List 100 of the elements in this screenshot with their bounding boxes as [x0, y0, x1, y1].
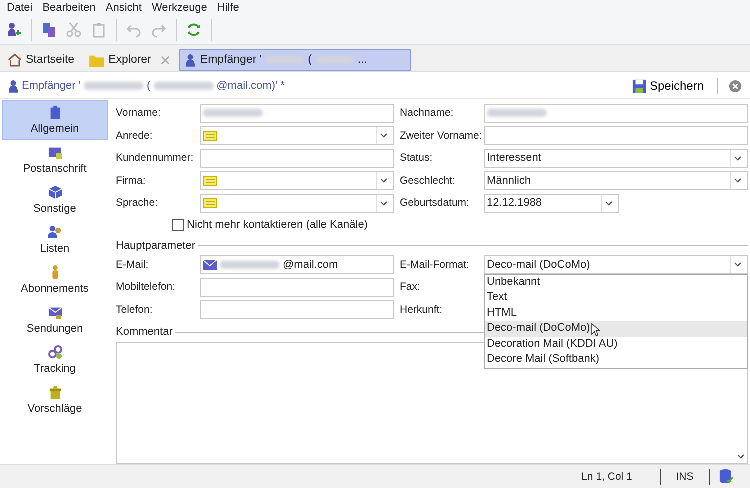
dropdown-option[interactable]: HTML	[485, 306, 747, 321]
sidebar-label: Allgemein	[30, 123, 80, 135]
dropdown-option[interactable]: Decoration Mail (KDDI AU)	[485, 336, 747, 352]
date-picker[interactable]: 12.12.1988	[484, 194, 619, 213]
tab-label: Empfänger '	[200, 54, 262, 66]
sidebar-label: Sendungen	[26, 323, 84, 335]
chevron-down-icon	[734, 156, 742, 161]
sidebar-item[interactable]: Sendungen	[2, 300, 108, 340]
dropdown-option[interactable]: Text	[485, 290, 747, 306]
dropdown-value: Interessent	[487, 152, 542, 164]
field-label: Vorname:	[116, 107, 162, 120]
database-icon	[719, 469, 734, 484]
menu-item[interactable]: Datei	[2, 2, 38, 14]
mouse-pointer-icon	[591, 322, 600, 336]
checkbox[interactable]	[172, 218, 184, 230]
field-label: Anrede:	[116, 130, 154, 142]
sidebar-label: Listen	[40, 243, 70, 255]
text-field[interactable]	[484, 104, 748, 123]
sidebar-item[interactable]: Listen	[2, 220, 108, 260]
chevron-down-icon	[734, 178, 742, 184]
envelope-icon	[203, 260, 217, 270]
text-field[interactable]	[484, 126, 748, 146]
sidebar-label: Vorschläge	[28, 403, 82, 415]
sidebar-item[interactable]: Tracking	[2, 340, 108, 380]
field-label: E-Mail-Format:	[400, 258, 470, 271]
email-field[interactable]: @mail.com	[200, 255, 394, 274]
dropdown-option[interactable]: Decore Mail (Softbank)	[485, 352, 747, 368]
text-field[interactable]	[200, 278, 394, 297]
menu-item[interactable]: Hilfe	[212, 2, 244, 14]
record-title: @mail.com)' *	[216, 80, 285, 92]
chevron-down-icon	[380, 133, 388, 138]
text-field[interactable]	[200, 148, 394, 168]
tab[interactable]: Startseite	[3, 49, 80, 71]
field-label: Firma:	[116, 174, 147, 187]
dropdown[interactable]	[200, 171, 394, 190]
field-label: Zweiter Vorname:	[400, 130, 484, 142]
sidebar-item[interactable]: Abonnements	[2, 260, 108, 300]
refresh-icon	[186, 22, 202, 38]
dropdown-value: Deco-mail (DoCoMo)	[487, 258, 592, 271]
text-field[interactable]	[200, 104, 394, 123]
dropdown[interactable]: Männlich	[484, 171, 748, 190]
add-user-icon	[6, 22, 22, 38]
clipboard-icon	[91, 22, 107, 38]
field-label: Herkunft:	[400, 304, 444, 316]
menu-item[interactable]: Bearbeiten	[38, 2, 101, 14]
sidebar-item[interactable]: Sonstige	[2, 180, 108, 220]
sidebar-item[interactable]: Vorschläge	[2, 380, 108, 420]
sidebar-item[interactable]: Postanschrift	[2, 140, 108, 180]
insert-mode: INS	[675, 470, 695, 482]
dropdown[interactable]	[200, 194, 394, 213]
checkbox-label: Nicht mehr kontaktieren (alle Kanäle)	[187, 218, 368, 230]
section-title: Hauptparameter	[116, 240, 196, 252]
folder-icon	[48, 145, 62, 160]
menu-item[interactable]: Ansicht	[100, 2, 147, 14]
sidebar-label: Sonstige	[34, 203, 76, 215]
field-label: Nachname:	[400, 107, 455, 120]
redacted-text	[220, 260, 280, 269]
record-title: Empfänger '	[22, 80, 81, 92]
close-icon[interactable]	[729, 80, 742, 92]
field-label: Geschlecht:	[400, 174, 456, 187]
redacted-text	[154, 82, 214, 90]
tab-label: Startseite	[26, 54, 75, 66]
chevron-down-icon	[380, 178, 388, 184]
dropdown[interactable]: Deco-mail (DoCoMo)	[484, 255, 748, 274]
tab[interactable]: Explorer	[84, 49, 176, 71]
chevron-down-icon	[605, 200, 613, 206]
chevron-down-icon	[736, 454, 744, 458]
person-icon	[185, 54, 196, 66]
dropdown-value: Männlich	[487, 174, 532, 187]
field-label: E-Mail:	[116, 258, 150, 271]
redacted-text	[84, 82, 144, 90]
field-label: Geburtsdatum:	[400, 197, 470, 210]
cursor-position: Ln 1, Col 1	[580, 470, 634, 482]
tab-label: Explorer	[108, 54, 152, 66]
sidebar-label: Abonnements	[21, 283, 89, 295]
tab[interactable]: Empfänger ' ( ...	[179, 49, 412, 71]
dropdown-option[interactable]: Unbekannt	[485, 274, 747, 290]
scissors-icon	[66, 22, 82, 38]
sidebar-item[interactable]: Allgemein	[2, 100, 108, 140]
field-label: Fax:	[400, 281, 422, 294]
dropdown[interactable]: Interessent	[484, 148, 748, 168]
dropdown[interactable]	[200, 126, 394, 146]
person-icon	[8, 80, 19, 92]
dropdown-option[interactable]: Deco-mail (DoCoMo)	[485, 321, 747, 336]
gift-icon	[48, 385, 62, 400]
chevron-down-icon	[734, 262, 742, 268]
text-field[interactable]	[200, 300, 394, 320]
sidebar-label: Tracking	[34, 363, 76, 375]
redacted-text	[487, 109, 547, 118]
list-icon	[203, 130, 217, 141]
tab-label: ...	[358, 54, 368, 66]
link-icon	[48, 345, 62, 360]
save-button[interactable]: Speichern	[630, 76, 706, 96]
redacted-text	[203, 109, 263, 118]
field-label: Status:	[400, 152, 434, 164]
menu-item[interactable]: Werkzeuge	[146, 2, 212, 14]
section-title: Kommentar	[116, 326, 173, 338]
record-title: (	[146, 80, 151, 92]
list-icon	[203, 176, 217, 186]
house-icon	[8, 53, 22, 67]
